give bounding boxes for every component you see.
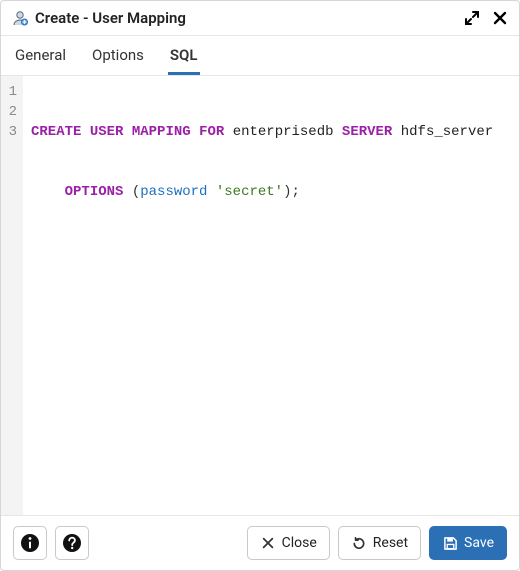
line-number: 2 [7, 102, 17, 122]
create-user-mapping-dialog: Create - User Mapping General Options SQ… [0, 0, 520, 571]
save-button[interactable]: Save [429, 526, 507, 560]
reset-button[interactable]: Reset [338, 526, 421, 560]
reset-button-label: Reset [373, 535, 408, 551]
save-icon [442, 535, 458, 551]
code-line: OPTIONS (password 'secret'); [31, 182, 511, 202]
help-icon [62, 533, 82, 553]
user-mapping-icon [11, 9, 29, 27]
line-gutter: 1 2 3 [1, 76, 23, 515]
code-area[interactable]: CREATE USER MAPPING FOR enterprisedb SER… [23, 76, 519, 515]
expand-icon[interactable] [463, 9, 481, 27]
close-button[interactable]: Close [247, 526, 330, 560]
sql-editor[interactable]: 1 2 3 CREATE USER MAPPING FOR enterprise… [1, 76, 519, 515]
save-button-label: Save [464, 535, 494, 551]
close-button-label: Close [282, 535, 317, 551]
titlebar: Create - User Mapping [1, 1, 519, 36]
close-icon[interactable] [491, 9, 509, 27]
info-icon [20, 533, 40, 553]
tab-sql[interactable]: SQL [168, 36, 200, 75]
code-line: CREATE USER MAPPING FOR enterprisedb SER… [31, 122, 511, 142]
tab-options[interactable]: Options [90, 36, 146, 75]
tab-general[interactable]: General [13, 36, 68, 75]
x-icon [260, 535, 276, 551]
info-button[interactable] [13, 526, 47, 560]
reset-icon [351, 535, 367, 551]
line-number: 1 [7, 82, 17, 102]
tabs: General Options SQL [1, 36, 519, 76]
dialog-footer: Close Reset Save [1, 515, 519, 570]
window-controls [463, 9, 509, 27]
help-button[interactable] [55, 526, 89, 560]
code-line [31, 242, 511, 262]
dialog-title: Create - User Mapping [35, 9, 463, 27]
line-number: 3 [7, 122, 17, 142]
